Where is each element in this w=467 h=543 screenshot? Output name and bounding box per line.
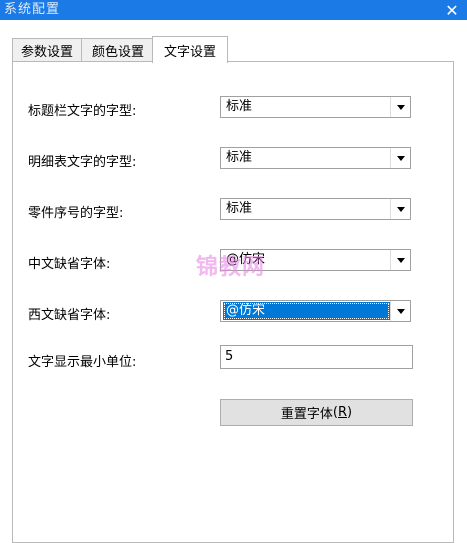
watermark-logo: 锦教网 — [196, 255, 266, 280]
title-bar: 系统配置 ✕ — [0, 0, 467, 20]
close-icon[interactable]: ✕ — [437, 0, 467, 20]
dropdown-button[interactable] — [390, 301, 410, 321]
reset-font-button-label: 重置字体 — [280, 407, 333, 422]
detail-table-font-label: 明细表文字的字型: — [28, 155, 137, 170]
part-number-font-value: 标准 — [226, 201, 253, 216]
min-text-unit-input[interactable]: 5 — [220, 345, 413, 369]
dropdown-button[interactable] — [390, 199, 410, 219]
reset-font-mnemonic: R — [337, 405, 348, 420]
window-title: 系统配置 — [4, 2, 61, 17]
titlebar-font-select[interactable]: 标准 — [220, 96, 411, 118]
dropdown-button[interactable] — [390, 250, 410, 270]
detail-table-font-value: 标准 — [226, 150, 253, 165]
chinese-default-font-label: 中文缺省字体: — [28, 257, 111, 272]
titlebar-font-label: 标题栏文字的字型: — [28, 104, 137, 119]
tab-text[interactable]: 文字设置 — [152, 36, 228, 63]
tab-params-label: 参数设置 — [20, 44, 73, 60]
western-default-font-select[interactable]: @仿宋 — [220, 300, 411, 322]
western-default-font-label: 西文缺省字体: — [28, 308, 111, 323]
dropdown-button[interactable] — [390, 97, 410, 117]
chevron-down-icon — [396, 104, 405, 110]
chevron-down-icon — [396, 257, 405, 263]
western-default-font-value: @仿宋 — [223, 302, 390, 320]
dropdown-button[interactable] — [390, 148, 410, 168]
min-text-unit-label: 文字显示最小单位: — [28, 355, 137, 370]
detail-table-font-select[interactable]: 标准 — [220, 147, 411, 169]
reset-font-button[interactable]: 重置字体(R) — [220, 399, 413, 426]
part-number-font-select[interactable]: 标准 — [220, 198, 411, 220]
tab-params[interactable]: 参数设置 — [12, 38, 82, 61]
chevron-down-icon — [396, 206, 405, 212]
tab-colors[interactable]: 颜色设置 — [81, 38, 155, 61]
chevron-down-icon — [396, 308, 405, 314]
tab-text-label: 文字设置 — [163, 44, 216, 60]
chevron-down-icon — [396, 155, 405, 161]
tab-colors-label: 颜色设置 — [91, 44, 144, 60]
part-number-font-label: 零件序号的字型: — [28, 206, 124, 221]
titlebar-font-value: 标准 — [226, 99, 253, 114]
